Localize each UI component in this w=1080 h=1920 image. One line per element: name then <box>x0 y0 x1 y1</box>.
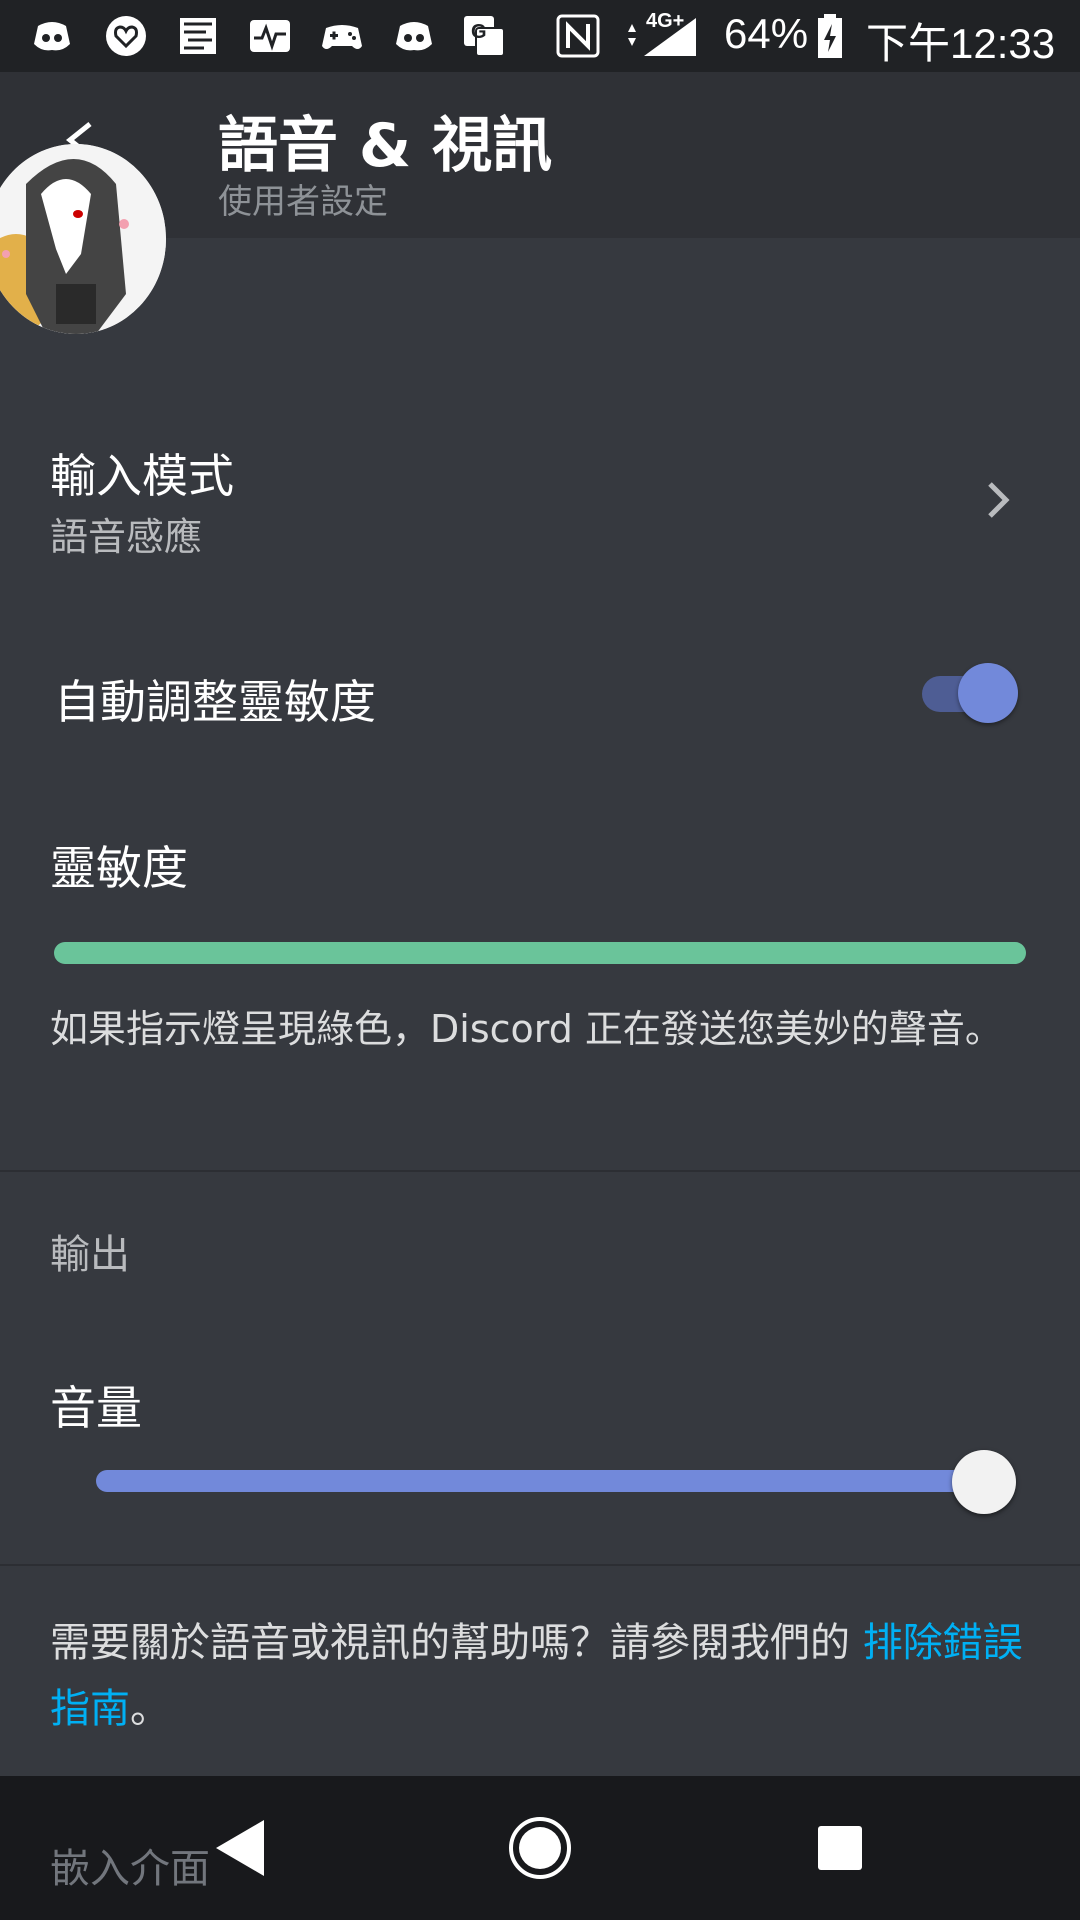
page-subtitle: 使用者設定 <box>218 182 388 222</box>
volume-slider-track <box>96 1470 986 1492</box>
sensitivity-description: 如果指示燈呈現綠色，Discord 正在發送您美妙的聲音。 <box>50 1007 1003 1051</box>
heart-app-icon <box>106 16 146 56</box>
volume-label: 音量 <box>50 1381 142 1435</box>
status-bar: G 4G+ 64% 下午12:33 <box>0 0 1080 72</box>
output-section-label: 輸出 <box>50 1232 130 1278</box>
battery-percent: 64% <box>724 10 809 57</box>
avatar[interactable] <box>0 144 166 334</box>
nfc-icon <box>556 14 600 58</box>
divider <box>0 1564 1080 1566</box>
clock: 下午12:33 <box>866 20 1056 67</box>
embed-section-label: 嵌入介面 <box>50 1846 210 1892</box>
page-title: 語音 & 視訊 <box>218 111 553 181</box>
chevron-right-icon <box>988 482 1010 518</box>
sensitivity-indicator[interactable] <box>54 942 1026 964</box>
discord-icon <box>396 22 432 51</box>
sensitivity-label: 靈敏度 <box>50 841 188 895</box>
svg-text:G: G <box>471 21 487 43</box>
input-mode-value: 語音感應 <box>50 515 203 559</box>
help-text-suffix: 。 <box>130 1686 170 1732</box>
activity-icon <box>250 20 290 52</box>
input-mode-label: 輸入模式 <box>50 449 234 503</box>
nav-recent-apps-icon[interactable] <box>818 1826 862 1870</box>
nav-back-icon[interactable] <box>212 1816 268 1880</box>
auto-sensitivity-label: 自動調整靈敏度 <box>54 675 376 729</box>
network-type: 4G+ <box>646 10 685 32</box>
map-icon <box>180 18 216 54</box>
toggle-knob <box>958 663 1018 723</box>
gamepad-icon <box>322 25 362 49</box>
discord-icon <box>34 22 70 51</box>
translate-icon: G <box>464 16 505 57</box>
nav-home-icon[interactable] <box>508 1816 572 1880</box>
help-text: 需要關於語音或視訊的幫助嗎？請參閱我們的 排除錯誤指南。 <box>50 1610 1040 1742</box>
volume-slider-handle[interactable] <box>952 1450 1016 1514</box>
help-text-body: 需要關於語音或視訊的幫助嗎？請參閱我們的 <box>50 1620 863 1666</box>
divider <box>0 1170 1080 1172</box>
battery-icon <box>818 14 842 58</box>
